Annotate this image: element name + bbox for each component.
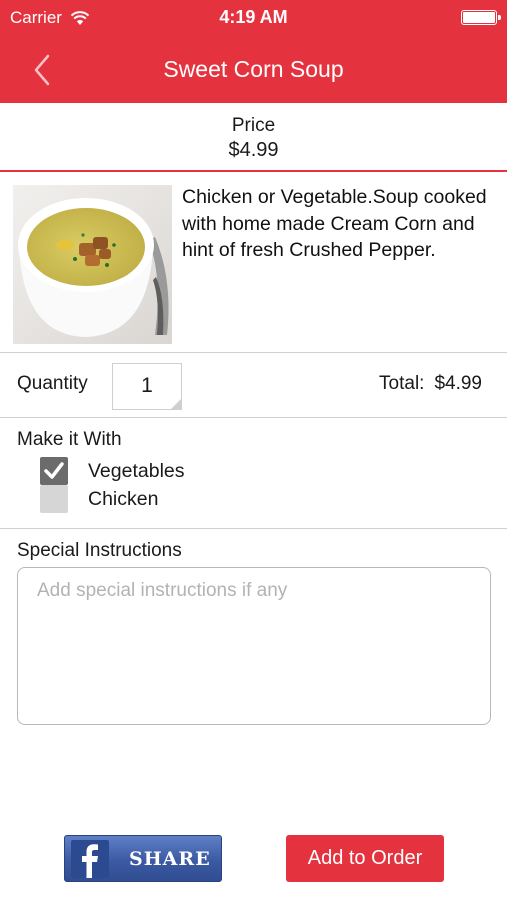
facebook-share-button[interactable]: SHARE — [64, 835, 222, 882]
status-bar: Carrier 4:19 AM — [0, 0, 507, 36]
total-display: Total: $4.99 — [379, 373, 482, 395]
price-section: Price $4.99 — [0, 103, 507, 172]
battery-icon — [461, 10, 501, 25]
add-to-order-button[interactable]: Add to Order — [286, 835, 444, 882]
special-instructions-input[interactable] — [17, 567, 491, 725]
product-image — [13, 185, 172, 344]
total-value: $4.99 — [434, 373, 482, 394]
page-title: Sweet Corn Soup — [163, 56, 344, 82]
checkbox-checked[interactable] — [40, 457, 68, 485]
status-time: 4:19 AM — [219, 7, 288, 27]
navigation-bar: Sweet Corn Soup — [0, 36, 507, 103]
option-label: Vegetables — [88, 459, 185, 482]
product-section: Chicken or Vegetable.Soup cooked with ho… — [0, 172, 507, 353]
option-chicken[interactable]: Chicken — [40, 485, 158, 513]
facebook-icon — [71, 839, 109, 878]
header-bar: Carrier 4:19 AM Sweet Corn Soup — [0, 0, 507, 103]
quantity-label: Quantity — [17, 373, 88, 394]
order-item-screen: Carrier 4:19 AM Sweet Corn Soup Price $4… — [0, 0, 507, 900]
options-title: Make it With — [17, 429, 122, 450]
checkbox-unchecked[interactable] — [40, 485, 68, 513]
price-label: Price — [231, 115, 276, 136]
product-description: Chicken or Vegetable.Soup cooked with ho… — [182, 186, 487, 261]
checkmark-icon — [44, 462, 64, 479]
option-label: Chicken — [88, 487, 159, 510]
share-label: SHARE — [129, 847, 211, 870]
quantity-row: Quantity 1 Total: $4.99 — [0, 353, 507, 418]
option-vegetables[interactable]: Vegetables — [40, 457, 185, 485]
special-instructions-label: Special Instructions — [17, 540, 182, 561]
price-value: $4.99 — [228, 139, 279, 161]
total-label: Total: — [379, 373, 425, 394]
options-section: Make it With Vegetables Chicken — [0, 418, 507, 529]
quantity-field[interactable]: 1 — [112, 363, 182, 410]
